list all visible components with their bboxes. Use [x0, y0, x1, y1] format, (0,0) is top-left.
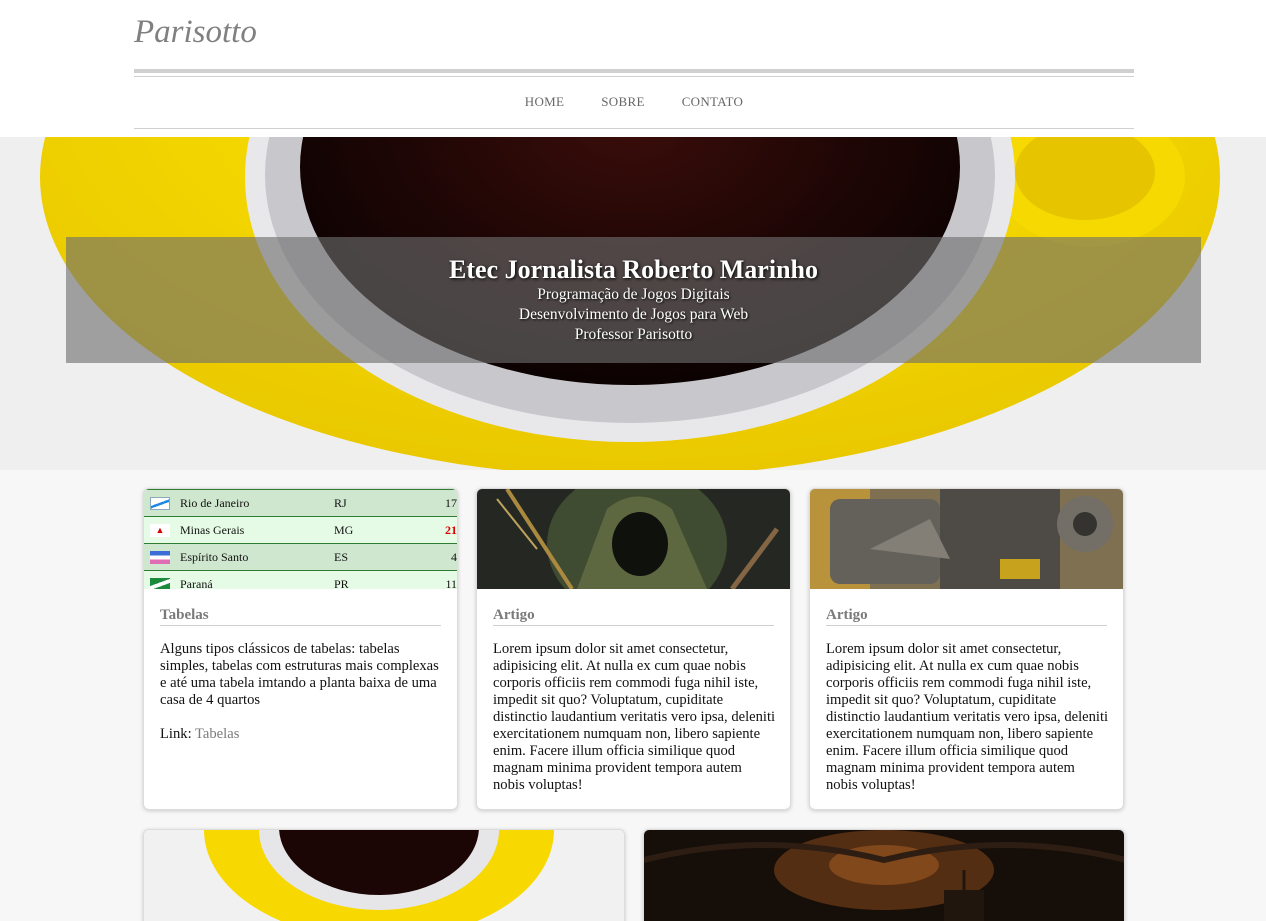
tabelas-link[interactable]: Tabelas	[195, 726, 239, 742]
coffee-cup-thumbnail	[144, 830, 624, 921]
header-divider	[134, 69, 1134, 73]
table-cell: RJ	[334, 489, 419, 517]
table-row: Paraná PR 11	[144, 570, 457, 590]
table-cell: 4	[419, 543, 457, 571]
flag-es-icon	[150, 551, 170, 565]
hero-caption: Etec Jornalista Roberto Marinho Programa…	[66, 237, 1201, 363]
header-divider-thin	[134, 76, 1134, 77]
table-cell: Espírito Santo	[180, 549, 249, 564]
flag-pr-icon	[150, 578, 170, 589]
card-dark-forest	[643, 829, 1125, 921]
hero-subtitle-teacher: Professor Parisotto	[574, 326, 693, 343]
card-artigo-2: Artigo Lorem ipsum dolor sit amet consec…	[809, 488, 1124, 810]
card-title: Tabelas	[160, 607, 441, 626]
main-nav: HOME SOBRE CONTATO	[134, 94, 1134, 110]
table-cell: ES	[334, 543, 419, 571]
card-description: Lorem ipsum dolor sit amet consectetur, …	[826, 641, 1109, 793]
table-cell: Rio de Janeiro	[180, 495, 250, 510]
nav-home[interactable]: HOME	[525, 94, 564, 110]
link-prefix: Link:	[160, 726, 196, 742]
card-title: Artigo	[493, 607, 774, 626]
nav-divider	[134, 128, 1134, 129]
table-row: Rio de Janeiro RJ 17	[144, 489, 457, 517]
table-row: ▲ Minas Gerais MG 21	[144, 516, 457, 544]
table-cell: 17	[419, 489, 457, 517]
card-description: Alguns tipos clássicos de tabelas: tabel…	[160, 641, 439, 708]
flag-mg-icon: ▲	[150, 524, 170, 538]
hero-banner: Etec Jornalista Roberto Marinho Programa…	[0, 137, 1266, 470]
archer-image	[477, 489, 790, 589]
table-cell: Paraná	[180, 576, 213, 590]
table-cell: 21	[419, 516, 457, 544]
table-cell: 11	[419, 570, 457, 589]
power-armor-image	[810, 489, 1123, 589]
table-row: Espírito Santo ES 4	[144, 543, 457, 571]
brand-logo[interactable]: Parisotto	[134, 14, 257, 51]
table-cell: MG	[334, 516, 419, 544]
table-cell: Minas Gerais	[180, 522, 245, 537]
card-description: Lorem ipsum dolor sit amet consectetur, …	[493, 641, 776, 793]
nav-sobre[interactable]: SOBRE	[601, 94, 644, 110]
hero-title: Etec Jornalista Roberto Marinho	[448, 255, 818, 284]
hero-subtitle-discipline: Desenvolvimento de Jogos para Web	[518, 306, 749, 323]
nav-contato[interactable]: CONTATO	[682, 94, 744, 110]
card-coffee	[143, 829, 625, 921]
card-link-line: Link: Tabelas	[160, 726, 239, 743]
card-tabelas: Rio de Janeiro RJ 17 ▲ Minas Gerais MG 21…	[143, 488, 458, 810]
site-header: Parisotto HOME SOBRE CONTATO	[0, 0, 1266, 137]
card-artigo-1: Artigo Lorem ipsum dolor sit amet consec…	[476, 488, 791, 810]
flag-rj-icon	[150, 497, 170, 511]
tables-preview-image: Rio de Janeiro RJ 17 ▲ Minas Gerais MG 21…	[144, 489, 457, 589]
hero-subtitle-course: Programação de Jogos Digitais	[537, 286, 730, 303]
states-table: Rio de Janeiro RJ 17 ▲ Minas Gerais MG 21…	[144, 489, 457, 589]
card-title: Artigo	[826, 607, 1107, 626]
table-cell: PR	[334, 570, 419, 589]
dark-forest-thumbnail	[644, 830, 1124, 921]
